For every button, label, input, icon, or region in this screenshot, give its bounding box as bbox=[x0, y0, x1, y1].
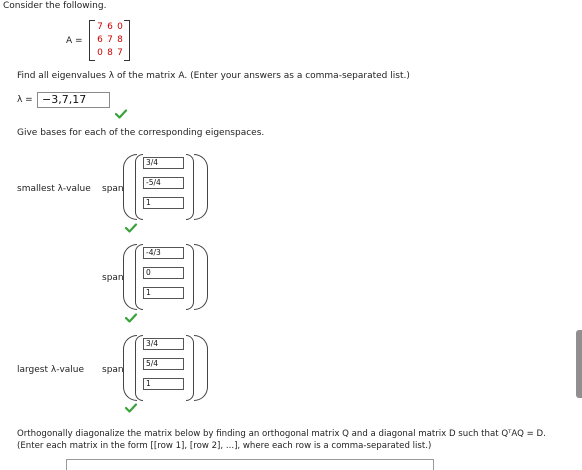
vector-paren-right bbox=[186, 335, 194, 401]
matrix-cell: 0 bbox=[97, 48, 103, 58]
eigenvalue-prompt: Find all eigenvalues λ of the matrix A. … bbox=[17, 71, 410, 81]
matrix-label: A = bbox=[66, 36, 83, 46]
span-label: span bbox=[102, 365, 124, 375]
correct-check-icon bbox=[125, 223, 137, 233]
eigenspace-label: largest λ-value bbox=[17, 365, 85, 375]
matrix-cell: 8 bbox=[107, 48, 113, 58]
vector-entry-field[interactable]: 0 bbox=[143, 267, 184, 279]
correct-check-icon bbox=[125, 313, 137, 323]
span-paren-right bbox=[194, 335, 208, 401]
span-label: span bbox=[102, 184, 124, 194]
page-scrollbar[interactable] bbox=[576, 330, 582, 398]
vector-entry-field[interactable]: 3/4 bbox=[143, 338, 184, 350]
vector-entry-field[interactable]: -4/3 bbox=[143, 247, 184, 259]
matrix-cell: 6 bbox=[107, 22, 113, 32]
vector-paren-left bbox=[135, 335, 143, 401]
vector-entry-field[interactable]: 5/4 bbox=[143, 358, 184, 370]
matrix-cell: 7 bbox=[117, 48, 123, 58]
intro-text: Consider the following. bbox=[3, 1, 107, 11]
vector-paren-right bbox=[186, 154, 194, 220]
vector-entry-field[interactable]: 3/4 bbox=[143, 157, 184, 169]
diagonalize-prompt-line1: Orthogonally diagonalize the matrix belo… bbox=[17, 429, 546, 439]
vector-paren-left bbox=[135, 244, 143, 310]
correct-check-icon bbox=[115, 109, 127, 119]
matrix-cell: 6 bbox=[97, 35, 103, 45]
vector-entry-field[interactable]: 1 bbox=[143, 197, 184, 209]
correct-check-icon bbox=[125, 403, 137, 413]
vector-entry-field[interactable]: -5/4 bbox=[143, 177, 184, 189]
span-label: span bbox=[102, 273, 124, 283]
matrix-cell: 7 bbox=[107, 35, 113, 45]
lambda-label: λ = bbox=[17, 95, 33, 105]
vector-entry-field[interactable]: 1 bbox=[143, 378, 184, 390]
matrix-cell: 8 bbox=[117, 35, 123, 45]
eigenvalue-answer-field[interactable]: −3,7,17 bbox=[37, 92, 110, 108]
diagonalize-prompt-line2: (Enter each matrix in the form [[row 1],… bbox=[17, 441, 432, 451]
eigenspace-prompt: Give bases for each of the corresponding… bbox=[17, 128, 265, 138]
vector-paren-right bbox=[186, 244, 194, 310]
matrix-answer-field[interactable] bbox=[66, 459, 434, 470]
span-paren-right bbox=[194, 244, 208, 310]
span-paren-right bbox=[194, 154, 208, 220]
matrix-cell: 0 bbox=[117, 22, 123, 32]
vector-paren-left bbox=[135, 154, 143, 220]
matrix-cell: 7 bbox=[97, 22, 103, 32]
eigenspace-label: smallest λ-value bbox=[17, 184, 91, 194]
vector-entry-field[interactable]: 1 bbox=[143, 287, 184, 299]
